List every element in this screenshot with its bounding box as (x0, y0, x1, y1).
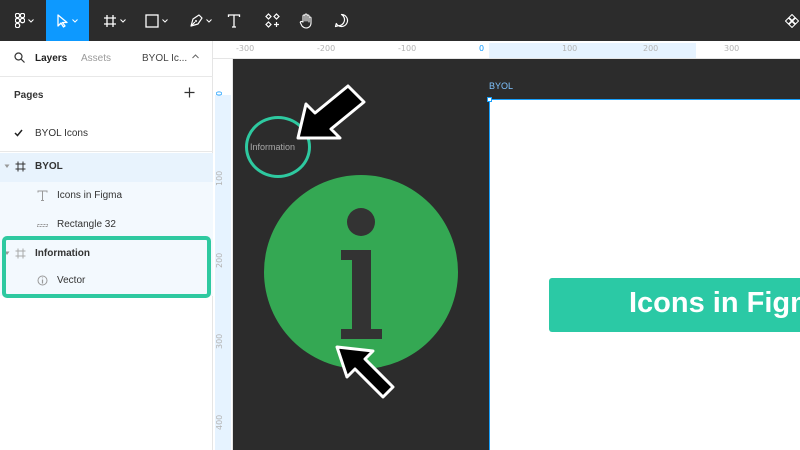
frame-tool-button[interactable] (96, 0, 132, 41)
ruler-tick: -300 (236, 44, 255, 53)
ruler-tick: 0 (479, 44, 485, 53)
panel-tabs: Layers Assets BYOL Ic... (0, 41, 213, 77)
pointer-arrow-icon (335, 345, 395, 399)
component-diamond-button[interactable] (783, 0, 800, 41)
text-tool-icon (227, 13, 241, 28)
comment-icon (334, 13, 348, 28)
layer-item-icons-in-figma[interactable]: Icons in Figma (0, 182, 213, 211)
page-item-byol-icons[interactable]: BYOL Icons (0, 117, 213, 152)
frame-tool-icon (103, 14, 116, 27)
ruler-tick: 200 (215, 252, 224, 268)
shape-tool-icon (144, 13, 159, 28)
pages-label: Pages (14, 90, 44, 101)
ruler-left: 0 100 200 300 400 (213, 59, 233, 450)
chevron-down-icon (119, 18, 126, 23)
layer-item-byol[interactable]: BYOL (0, 153, 213, 182)
comment-button[interactable] (329, 0, 353, 41)
ruler-top: -300 -200 -100 0 100 200 300 (213, 41, 800, 59)
pages-header: Pages (0, 77, 213, 113)
hand-tool-icon (299, 12, 312, 29)
figma-menu-icon (14, 13, 25, 28)
pen-tool-button[interactable] (182, 0, 218, 41)
frame-label-information[interactable]: Information (250, 142, 295, 152)
banner-text[interactable]: Icons in Figma (629, 287, 800, 320)
figma-menu-button[interactable] (6, 0, 42, 41)
move-tool-icon (57, 13, 68, 28)
checkmark-icon (14, 129, 23, 137)
chevron-up-icon[interactable] (192, 54, 199, 59)
ruler-tick: 100 (562, 44, 578, 53)
highlight-box (2, 236, 211, 298)
toolbar (0, 0, 800, 41)
frame-icon (15, 161, 26, 172)
page-item-label: BYOL Icons (35, 128, 88, 139)
add-page-icon[interactable] (184, 87, 195, 98)
tab-layers[interactable]: Layers (35, 53, 67, 64)
text-layer-icon (37, 190, 48, 201)
tab-assets[interactable]: Assets (81, 53, 111, 64)
layer-item-label: BYOL (35, 161, 63, 172)
layer-item-label: Icons in Figma (57, 190, 123, 201)
component-diamond-icon (784, 13, 799, 28)
components-button[interactable] (260, 0, 284, 41)
text-tool-button[interactable] (222, 0, 246, 41)
layer-item-label: Rectangle 32 (57, 219, 116, 230)
ruler-tick: 300 (215, 333, 224, 349)
ruler-selection-mark (215, 95, 231, 450)
layers-panel: Layers Assets BYOL Ic... Pages BYOL Icon… (0, 41, 213, 450)
ruler-tick: -200 (317, 44, 336, 53)
frame-name-label[interactable]: BYOL (489, 81, 513, 91)
information-icon[interactable] (261, 172, 461, 372)
search-icon[interactable] (14, 52, 25, 63)
ruler-tick: 200 (643, 44, 659, 53)
ruler-selection-mark (489, 43, 696, 58)
chevron-down-icon (205, 18, 212, 23)
ruler-tick: 0 (215, 90, 224, 96)
hand-tool-button[interactable] (294, 0, 318, 41)
chevron-down-icon (161, 18, 168, 23)
ruler-tick: -100 (398, 44, 417, 53)
ruler-tick: 300 (724, 44, 740, 53)
chevron-down-icon (72, 18, 78, 23)
move-tool-button[interactable] (46, 0, 89, 41)
shape-tool-button[interactable] (138, 0, 174, 41)
chevron-down-icon (27, 18, 34, 23)
components-icon (264, 13, 280, 28)
banner-rectangle[interactable]: Icons in Figma (549, 278, 800, 332)
pen-tool-icon (189, 13, 203, 27)
resize-handle[interactable] (487, 97, 492, 102)
ruler-tick: 100 (215, 170, 224, 186)
ruler-tick: 400 (215, 414, 224, 430)
page-selector[interactable]: BYOL Ic... (142, 53, 187, 64)
pointer-arrow-icon (296, 84, 366, 140)
rectangle-layer-icon (37, 224, 48, 227)
canvas[interactable]: BYOL Icons in Figma Information (233, 59, 800, 450)
byol-frame[interactable]: Icons in Figma (487, 97, 800, 450)
caret-down-icon[interactable] (4, 164, 10, 169)
